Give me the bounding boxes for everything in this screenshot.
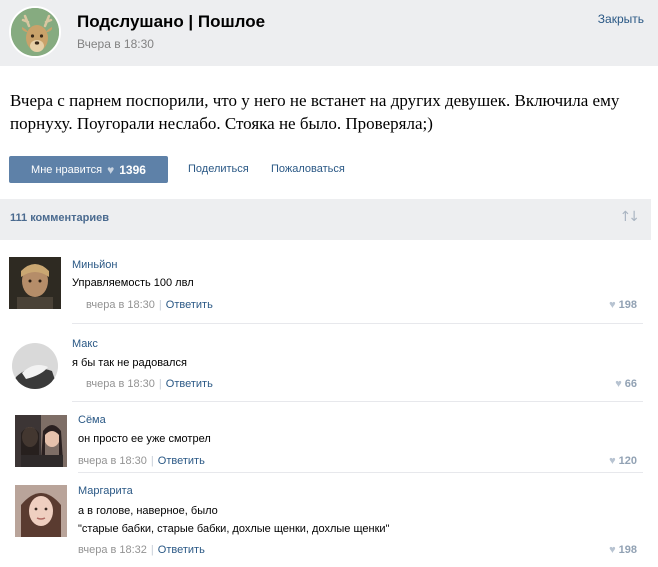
comment-like-count: 198 <box>618 544 637 556</box>
reply-link[interactable]: Ответить <box>166 299 213 311</box>
avatar[interactable] <box>9 257 61 309</box>
comment-text: я бы так не радовался <box>72 357 187 369</box>
close-button[interactable]: Закрыть <box>598 12 644 26</box>
reply-link[interactable]: Ответить <box>158 455 205 467</box>
post-date[interactable]: Вчера в 18:30 <box>77 37 154 51</box>
group-title[interactable]: Подслушано | Пошлое <box>77 12 265 32</box>
comment-meta: вчера в 18:30 | Ответить <box>86 299 213 311</box>
heart-icon: ♥ <box>609 455 616 467</box>
comment-time[interactable]: вчера в 18:30 <box>86 378 155 390</box>
deer-logo-icon <box>11 8 59 56</box>
comment-text-line: а в голове, наверное, было <box>78 505 218 517</box>
comment-likes[interactable]: ♥ 66 <box>615 378 637 390</box>
comment-author[interactable]: Маргарита <box>78 485 133 497</box>
divider <box>78 472 643 473</box>
avatar[interactable] <box>15 485 67 537</box>
report-link[interactable]: Пожаловаться <box>271 163 345 175</box>
comment-time[interactable]: вчера в 18:30 <box>86 299 155 311</box>
avatar[interactable] <box>15 415 67 467</box>
reply-link[interactable]: Ответить <box>158 544 205 556</box>
divider <box>72 323 643 324</box>
comment-likes[interactable]: ♥ 120 <box>609 455 637 467</box>
comment-author[interactable]: Сёма <box>78 414 106 426</box>
comments-count[interactable]: 111 комментариев <box>10 212 109 224</box>
comment-meta: вчера в 18:32 | Ответить <box>78 544 205 556</box>
heart-icon: ♥ <box>107 162 115 177</box>
comment-text-line: "старые бабки, старые бабки, дохлые щенк… <box>78 523 390 535</box>
comment-author[interactable]: Миньйон <box>72 259 117 271</box>
avatar[interactable] <box>12 343 58 389</box>
comment-text: Управляемость 100 лвл <box>72 277 194 289</box>
heart-icon: ♥ <box>615 378 622 390</box>
share-link[interactable]: Поделиться <box>188 163 249 175</box>
comment-time[interactable]: вчера в 18:30 <box>78 455 147 467</box>
reply-link[interactable]: Ответить <box>166 378 213 390</box>
comment-text: он просто ее уже смотрел <box>78 433 211 445</box>
comment-like-count: 120 <box>618 455 637 467</box>
divider <box>72 401 643 402</box>
like-label: Мне нравится <box>31 163 103 176</box>
post-text: Вчера с парнем поспорили, что у него не … <box>10 91 620 133</box>
comment-likes[interactable]: ♥ 198 <box>609 299 637 311</box>
like-count: 1396 <box>119 162 146 177</box>
post-header: Подслушано | Пошлое Вчера в 18:30 Закрыт… <box>0 0 658 66</box>
comment-likes[interactable]: ♥ 198 <box>609 544 637 556</box>
heart-icon: ♥ <box>609 299 616 311</box>
comments-bar: 111 комментариев ↑↓ <box>0 199 651 240</box>
comment-meta: вчера в 18:30 | Ответить <box>78 455 205 467</box>
heart-icon: ♥ <box>609 544 616 556</box>
group-avatar[interactable] <box>9 6 61 58</box>
comment-author[interactable]: Макс <box>72 338 98 350</box>
comment-like-count: 198 <box>618 299 637 311</box>
like-button[interactable]: Мне нравится ♥ 1396 <box>9 156 168 183</box>
comment-time[interactable]: вчера в 18:32 <box>78 544 147 556</box>
comment-like-count: 66 <box>624 378 637 390</box>
comment-meta: вчера в 18:30 | Ответить <box>86 378 213 390</box>
sort-arrows-icon[interactable]: ↑↓ <box>620 209 641 225</box>
